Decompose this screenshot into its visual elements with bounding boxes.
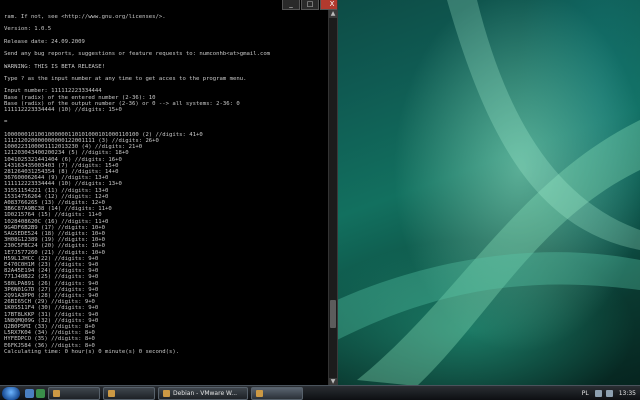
quick-launch [25, 388, 45, 398]
network-icon[interactable] [594, 389, 602, 397]
app-icon [163, 389, 170, 397]
language-indicator[interactable]: PL [580, 390, 591, 397]
taskbar-task-button[interactable] [251, 386, 303, 400]
taskbar-task-button[interactable]: Debian - VMware W... [158, 386, 248, 400]
console-scrollbar[interactable]: ▲ ▼ [328, 10, 337, 386]
minimize-button[interactable]: _ [282, 0, 300, 10]
app-icon [108, 389, 115, 397]
console-window[interactable]: _ □ X ram. If not, see <http://www.gnu.o… [0, 0, 338, 386]
scrollbar-thumb[interactable] [330, 300, 336, 328]
window-controls: _ □ X [282, 0, 337, 10]
app-icon [256, 389, 263, 397]
show-desktop-icon[interactable] [25, 388, 34, 398]
taskbar-task-button[interactable] [48, 386, 100, 400]
wallpaper-swoosh [337, 0, 640, 386]
console-line: Calculating time: 0 hour(s) 0 minute(s) … [4, 348, 180, 355]
close-button[interactable]: X [320, 0, 337, 10]
system-tray: PL 13:35 [576, 387, 640, 399]
window-switcher-icon[interactable] [36, 388, 45, 398]
scroll-up-arrow-icon[interactable]: ▲ [329, 10, 337, 18]
start-button[interactable] [2, 386, 20, 400]
taskbar-task-button[interactable] [103, 386, 155, 400]
maximize-button[interactable]: □ [301, 0, 319, 10]
console-output: ram. If not, see <http://www.gnu.org/lic… [4, 14, 327, 355]
taskbar-task-label: Debian - VMware W... [173, 389, 238, 397]
clock[interactable]: 13:35 [619, 390, 636, 397]
taskbar: Debian - VMware W... PL 13:35 [0, 385, 640, 400]
volume-icon[interactable] [605, 389, 613, 397]
task-buttons: Debian - VMware W... [45, 386, 303, 400]
app-icon [53, 389, 60, 397]
